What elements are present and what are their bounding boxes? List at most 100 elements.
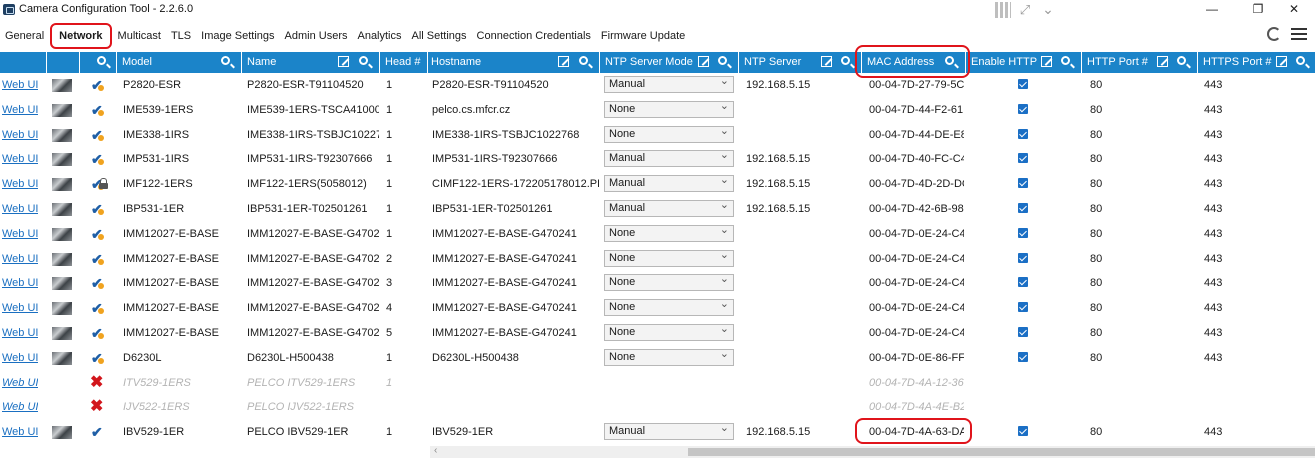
table-row[interactable]: Web UI ✔ IMF122-1ERS IMF122-1ERS(5058012) 1 C… xyxy=(0,172,1315,196)
search-icon[interactable] xyxy=(945,56,954,65)
hostname-cell[interactable]: IME338-1IRS-TSBJC1022768 xyxy=(432,123,599,147)
hostname-cell[interactable]: IMM12027-E-BASE-G470241 xyxy=(432,247,599,271)
name-cell[interactable]: IMF122-1ERS(5058012) xyxy=(247,172,379,196)
header-head[interactable]: Head # xyxy=(380,52,428,73)
horizontal-scrollbar[interactable]: ‹ xyxy=(430,445,1315,458)
enable-http-checkbox[interactable] xyxy=(1018,79,1028,89)
table-row[interactable]: Web UI ✔ P2820-ESR P2820-ESR-T91104520 1 P282… xyxy=(0,73,1315,97)
http-port-cell[interactable]: 80 xyxy=(1090,222,1190,246)
search-icon[interactable] xyxy=(718,56,727,65)
hostname-cell[interactable]: IMM12027-E-BASE-G470241 xyxy=(432,321,599,345)
name-cell[interactable]: PELCO IBV529-1ER xyxy=(247,420,379,444)
scroll-left-icon[interactable]: ‹ xyxy=(434,445,437,456)
name-cell[interactable]: IME338-1IRS-TSBJC1022768 xyxy=(247,123,379,147)
ntp-server-cell[interactable]: 192.168.5.15 xyxy=(746,147,856,171)
http-port-cell[interactable]: 80 xyxy=(1090,247,1190,271)
table-row[interactable]: Web UI ✔ D6230L D6230L-H500438 1 D6230L-H5004… xyxy=(0,346,1315,370)
table-row[interactable]: Web UI ✖ ITV529-1ERS PELCO ITV529-1ERS 1 00-0… xyxy=(0,371,1315,395)
ntp-mode-select[interactable]: Manual xyxy=(604,198,734,217)
enable-http-checkbox[interactable] xyxy=(1018,203,1028,213)
enable-http-checkbox[interactable] xyxy=(1018,178,1028,189)
name-cell[interactable]: IBP531-1ER-T02501261 xyxy=(247,197,379,221)
ntp-mode-select[interactable]: Manual xyxy=(604,74,734,93)
web-ui-link[interactable]: Web UI xyxy=(2,73,38,97)
hostname-cell[interactable]: IMM12027-E-BASE-G470241 xyxy=(432,271,599,295)
grid-view-icon[interactable] xyxy=(995,2,1011,18)
refresh-icon[interactable] xyxy=(1267,27,1281,41)
tab-image-settings[interactable]: Image Settings xyxy=(196,26,279,46)
https-port-cell[interactable]: 443 xyxy=(1204,271,1304,295)
https-port-cell[interactable]: 443 xyxy=(1204,98,1304,122)
search-icon[interactable] xyxy=(359,56,368,65)
enable-http-checkbox[interactable] xyxy=(1018,227,1028,238)
ntp-server-cell[interactable]: 192.168.5.15 xyxy=(746,197,856,221)
ntp-mode-select[interactable]: None xyxy=(604,124,734,143)
header-ntp-mode[interactable]: NTP Server Mode xyxy=(600,52,739,73)
http-port-cell[interactable]: 80 xyxy=(1090,123,1190,147)
web-ui-link[interactable]: Web UI xyxy=(2,147,38,171)
ntp-server-cell[interactable]: 192.168.5.15 xyxy=(746,172,856,196)
hamburger-menu-icon[interactable] xyxy=(1291,28,1307,40)
search-icon[interactable] xyxy=(221,56,230,65)
header-name[interactable]: Name xyxy=(242,52,380,73)
enable-http-checkbox[interactable] xyxy=(1018,128,1028,139)
edit-icon[interactable] xyxy=(338,56,349,67)
https-port-cell[interactable]: 443 xyxy=(1204,321,1304,345)
hostname-cell[interactable]: IMP531-1IRS-T92307666 xyxy=(432,147,599,171)
name-cell[interactable]: P2820-ESR-T91104520 xyxy=(247,73,379,97)
http-port-cell[interactable]: 80 xyxy=(1090,420,1190,444)
hostname-cell[interactable]: pelco.cs.mfcr.cz xyxy=(432,98,599,122)
search-icon[interactable] xyxy=(1177,56,1186,65)
ntp-server-cell[interactable] xyxy=(746,395,856,419)
search-icon[interactable] xyxy=(841,56,850,65)
table-row[interactable]: Web UI✔IME338-1IRSIME338-1IRS-TSBJC10227… xyxy=(0,123,1315,147)
web-ui-link[interactable]: Web UI xyxy=(2,222,38,246)
name-cell[interactable]: IMM12027-E-BASE-G470241 xyxy=(247,271,379,295)
http-port-cell[interactable]: 80 xyxy=(1090,271,1190,295)
web-ui-link[interactable]: Web UI xyxy=(2,247,38,271)
http-port-cell[interactable]: 80 xyxy=(1090,147,1190,171)
table-row[interactable]: Web UI ✔ IMM12027-E-BASE IMM12027-E-BASE-G4… xyxy=(0,247,1315,271)
enable-http-checkbox[interactable] xyxy=(1018,153,1028,164)
ntp-server-cell[interactable] xyxy=(746,271,856,295)
table-row[interactable]: Web UI ✔ IMM12027-E-BASE IMM12027-E-BASE-G4… xyxy=(0,222,1315,246)
tab-firmware-update[interactable]: Firmware Update xyxy=(596,26,690,46)
ntp-server-cell[interactable] xyxy=(746,346,856,370)
hostname-cell[interactable]: D6230L-H500438 xyxy=(432,346,599,370)
ntp-server-cell[interactable] xyxy=(746,296,856,320)
web-ui-link[interactable]: Web UI xyxy=(2,371,38,395)
https-port-cell[interactable]: 443 xyxy=(1204,197,1304,221)
header-http-port[interactable]: HTTP Port # xyxy=(1082,52,1198,73)
enable-http-checkbox[interactable] xyxy=(1018,252,1028,263)
header-enable-http[interactable]: Enable HTTP xyxy=(966,52,1082,73)
edit-icon[interactable] xyxy=(1276,56,1287,67)
enable-http-checkbox[interactable] xyxy=(1018,351,1028,362)
search-icon[interactable] xyxy=(579,56,588,65)
http-port-cell[interactable]: 80 xyxy=(1090,172,1190,196)
ntp-server-cell[interactable] xyxy=(746,247,856,271)
https-port-cell[interactable]: 443 xyxy=(1204,147,1304,171)
table-row[interactable]: Web UI✔IME539-1ERSIME539-1ERS-TSCA410009… xyxy=(0,98,1315,122)
enable-http-checkbox[interactable] xyxy=(1018,103,1028,114)
ntp-server-cell[interactable]: 192.168.5.15 xyxy=(746,420,856,444)
web-ui-link[interactable]: Web UI xyxy=(2,346,38,370)
enable-http-checkbox[interactable] xyxy=(1018,426,1028,437)
ntp-mode-select[interactable]: None xyxy=(604,272,734,292)
https-port-cell[interactable]: 443 xyxy=(1204,296,1304,320)
edit-icon[interactable] xyxy=(1041,56,1052,67)
name-cell[interactable]: PELCO ITV529-1ERS xyxy=(247,371,379,395)
ntp-server-cell[interactable] xyxy=(746,222,856,246)
ntp-mode-select[interactable]: None xyxy=(604,99,734,118)
http-port-cell[interactable]: 80 xyxy=(1090,98,1190,122)
web-ui-link[interactable]: Web UI xyxy=(2,296,38,320)
table-row[interactable]: Web UI ✔ IMM12027-E-BASE IMM12027-E-BASE-G4… xyxy=(0,321,1315,345)
name-cell[interactable]: PELCO IJV522-1ERS xyxy=(247,395,379,419)
http-port-cell[interactable]: 80 xyxy=(1090,197,1190,221)
ntp-server-cell[interactable]: 192.168.5.15 xyxy=(746,73,856,97)
ntp-server-cell[interactable] xyxy=(746,123,856,147)
web-ui-link[interactable]: Web UI xyxy=(2,395,38,419)
tab-all-settings[interactable]: All Settings xyxy=(407,26,472,46)
ntp-mode-select[interactable]: None xyxy=(604,347,734,366)
https-port-cell[interactable] xyxy=(1204,371,1304,395)
enable-http-checkbox[interactable] xyxy=(1018,277,1028,288)
